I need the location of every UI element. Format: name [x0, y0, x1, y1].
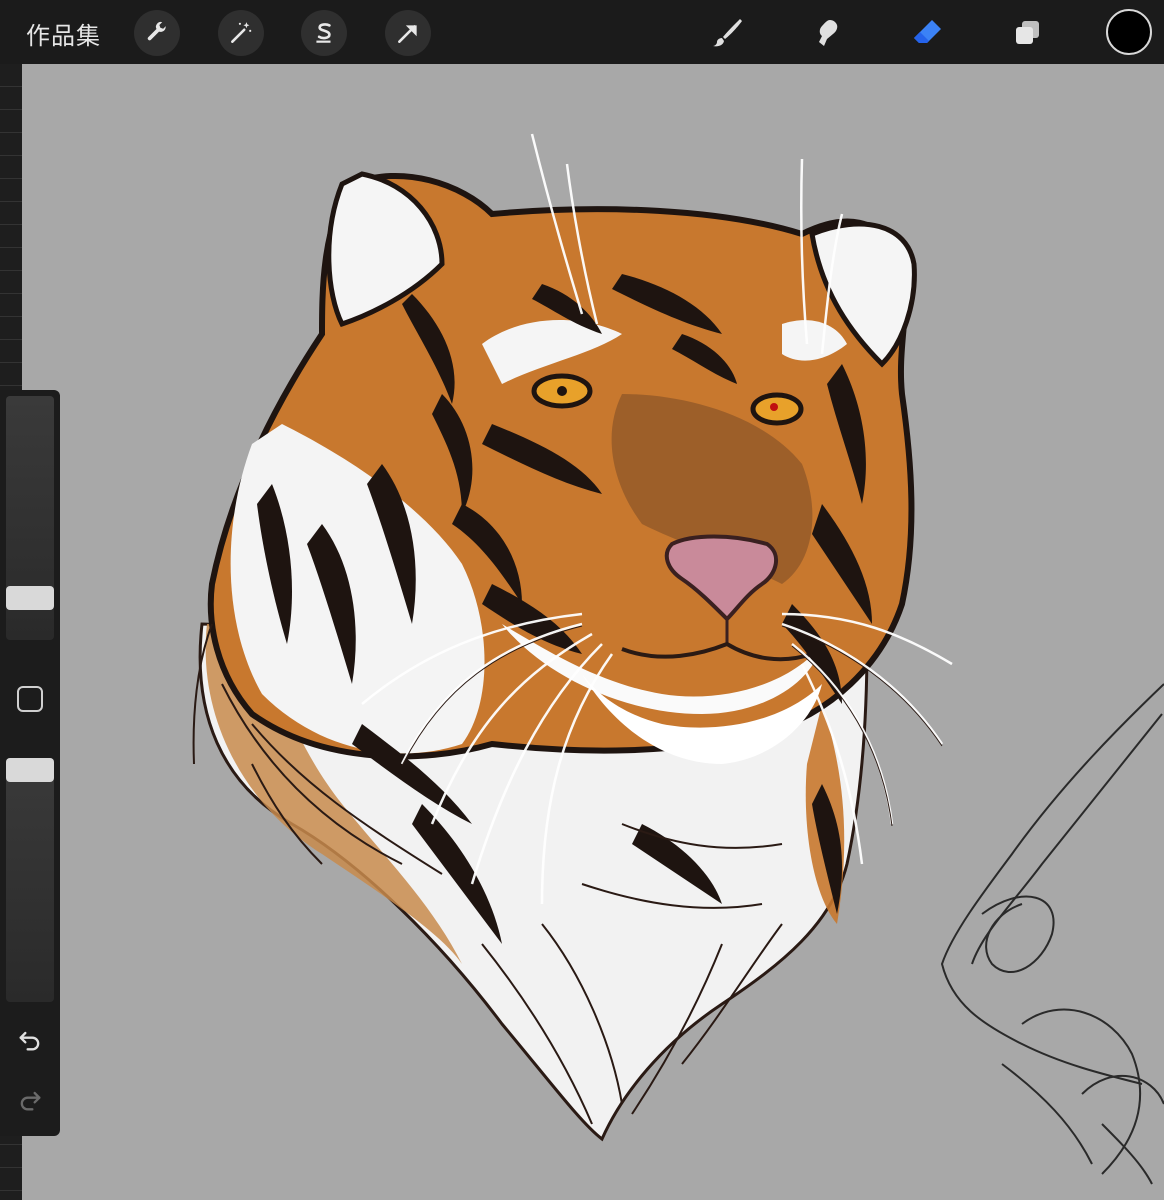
opacity-thumb[interactable] [6, 758, 54, 782]
smudge-icon [819, 20, 838, 46]
actions-button[interactable] [134, 10, 180, 56]
brush-size-thumb[interactable] [6, 586, 54, 610]
redo-icon [20, 1091, 41, 1111]
transform-arrow-icon [398, 25, 417, 43]
paint-tool-button[interactable] [704, 10, 750, 56]
left-sidebar [0, 390, 60, 1136]
modify-button[interactable] [17, 686, 43, 712]
selection-button[interactable] [301, 10, 347, 56]
side-sketch [940, 683, 1164, 1185]
transform-button[interactable] [385, 10, 431, 56]
drawing-canvas[interactable] [22, 64, 1164, 1200]
adjustments-button[interactable] [218, 10, 264, 56]
selection-s-icon [316, 23, 331, 43]
smudge-tool-button[interactable] [804, 10, 850, 56]
tiger-right-pupil [770, 403, 778, 411]
gallery-button[interactable]: 作品集 [26, 16, 101, 51]
tiger-artwork [192, 133, 1164, 1185]
eraser-icon [914, 20, 941, 43]
layers-icon [1016, 21, 1039, 44]
top-toolbar: 作品集 [0, 0, 1164, 64]
redo-button[interactable] [14, 1084, 46, 1116]
undo-icon [19, 1031, 40, 1051]
layers-button[interactable] [1004, 10, 1050, 56]
eraser-tool-button[interactable] [904, 10, 950, 56]
tiger-left-pupil [557, 386, 567, 396]
undo-button[interactable] [14, 1024, 46, 1056]
brush-icon [713, 19, 742, 47]
opacity-slider[interactable] [6, 758, 54, 1002]
magic-wand-icon [231, 22, 252, 43]
wrench-icon [147, 21, 166, 41]
color-picker-button[interactable] [1106, 9, 1152, 55]
